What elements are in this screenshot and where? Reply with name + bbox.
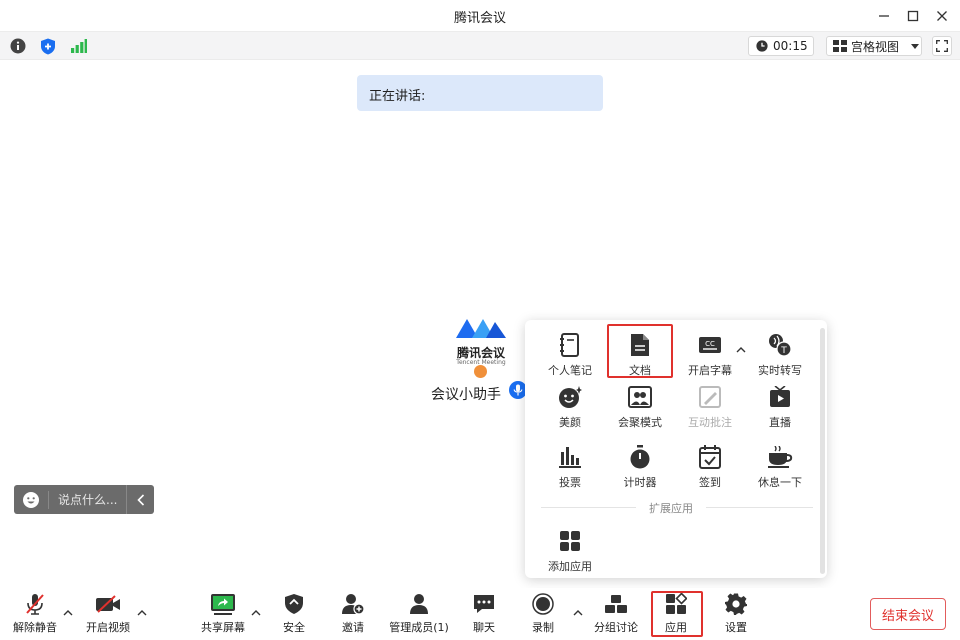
clock-icon (756, 40, 768, 52)
camera-off-icon (96, 595, 120, 613)
participant-name: 会议小助手 (431, 387, 501, 403)
timer-icon (630, 445, 650, 469)
microphone-icon (513, 384, 523, 396)
breakout-icon (605, 595, 627, 613)
close-icon (937, 11, 947, 21)
settings-button[interactable]: 设置 (718, 592, 754, 638)
tencent-meeting-logo (456, 319, 506, 338)
poll-icon (559, 447, 581, 468)
invite-user-icon (342, 594, 365, 615)
info-icon (10, 38, 26, 54)
close-window-button[interactable] (930, 4, 954, 28)
grid-view-icon (833, 40, 847, 52)
live-icon (770, 386, 790, 407)
meeting-info-button[interactable] (9, 37, 27, 55)
record-options-caret[interactable] (572, 606, 584, 618)
video-options-caret[interactable] (136, 606, 148, 618)
record-icon (532, 593, 554, 615)
chevron-up-icon (251, 609, 261, 615)
app-beauty[interactable]: 美颜 (535, 382, 605, 438)
share-screen-icon (211, 594, 235, 615)
app-personal-notes[interactable]: 个人笔记 (535, 330, 605, 386)
breakout-rooms-button[interactable]: 分组讨论 (592, 592, 640, 638)
maximize-icon (907, 10, 919, 22)
checkin-icon (699, 445, 721, 469)
app-captions[interactable]: CC 开启字幕 (675, 330, 745, 386)
meeting-timer: 00:15 (748, 36, 814, 56)
apps-panel: 个人笔记 文档 CC 开启字幕 T 实时转写 美颜 会聚模式 互动批注 直播 投… (525, 320, 827, 578)
chat-icon (474, 595, 494, 613)
chevron-left-icon (136, 493, 144, 506)
record-button[interactable]: 录制 (525, 592, 561, 638)
add-app-button[interactable]: 添加应用 (535, 526, 605, 582)
audio-options-caret[interactable] (62, 606, 74, 618)
fullscreen-icon (936, 40, 948, 52)
timer-value: 00:15 (773, 39, 808, 53)
app-together-mode[interactable]: 会聚模式 (605, 382, 675, 438)
highlight-box (651, 591, 703, 637)
speaking-indicator: 正在讲话: (357, 75, 603, 111)
security-status-button[interactable] (39, 37, 57, 55)
document-icon (631, 334, 649, 356)
network-status-button[interactable] (69, 37, 87, 55)
window-title: 腾讯会议 (453, 11, 506, 26)
dropdown-arrow-icon (911, 43, 920, 49)
fullscreen-button[interactable] (932, 36, 952, 56)
panel-scrollbar[interactable] (820, 328, 825, 574)
chat-placeholder[interactable]: 说点什么... (48, 490, 126, 509)
app-live-stream[interactable]: 直播 (745, 382, 815, 438)
shield-icon (285, 594, 303, 614)
chevron-up-icon (137, 609, 147, 615)
unmute-button[interactable]: 解除静音 (12, 592, 58, 638)
together-mode-icon (628, 386, 652, 408)
security-button[interactable]: 安全 (276, 592, 312, 638)
invite-button[interactable]: 邀请 (335, 592, 371, 638)
chat-quick-input[interactable]: 说点什么... (14, 485, 154, 514)
share-screen-button[interactable]: 共享屏幕 (198, 592, 248, 638)
members-icon (410, 594, 428, 614)
app-document[interactable]: 文档 (605, 330, 675, 386)
captions-icon: CC (699, 337, 721, 353)
app-checkin[interactable]: 签到 (675, 442, 745, 498)
shield-icon (41, 38, 55, 54)
avatar (474, 365, 487, 378)
view-mode-label: 宫格视图 (851, 39, 900, 54)
minimize-icon (879, 15, 889, 17)
add-app-icon (560, 531, 580, 551)
app-live-transcribe[interactable]: T 实时转写 (745, 330, 815, 386)
transcribe-icon: T (769, 334, 792, 357)
annotate-icon (699, 386, 721, 408)
collapse-chat-button[interactable] (126, 485, 154, 514)
chat-button[interactable]: 聊天 (466, 592, 502, 638)
chevron-up-icon (573, 609, 583, 615)
start-video-button[interactable]: 开启视频 (84, 592, 132, 638)
mic-muted-icon (26, 594, 44, 615)
signal-icon (70, 39, 87, 53)
status-bar: 00:15 宫格视图 (0, 32, 960, 60)
coffee-icon (768, 446, 793, 468)
minimize-button[interactable] (872, 4, 896, 28)
title-bar: 腾讯会议 (0, 0, 960, 32)
manage-members-button[interactable]: 管理成员(1) (386, 592, 452, 638)
view-mode-dropdown[interactable]: 宫格视图 (826, 36, 922, 56)
gear-icon (725, 593, 747, 615)
speaking-label: 正在讲话: (369, 89, 426, 104)
beauty-icon (559, 386, 582, 408)
chevron-up-icon (63, 609, 73, 615)
notebook-icon (560, 333, 579, 357)
svg-text:CC: CC (705, 340, 715, 348)
end-meeting-button[interactable]: 结束会议 (870, 598, 946, 630)
app-poll[interactable]: 投票 (535, 442, 605, 498)
smile-icon (23, 491, 39, 508)
maximize-button[interactable] (901, 4, 925, 28)
meeting-toolbar: 解除静音 开启视频 共享屏幕 安全 邀请 管理成员(1) 聊天 录制 分组讨论 … (0, 588, 960, 640)
svg-text:T: T (780, 346, 787, 356)
app-annotate[interactable]: 互动批注 (675, 382, 745, 438)
app-timer[interactable]: 计时器 (605, 442, 675, 498)
extension-apps-label: 扩展应用 (636, 500, 706, 516)
app-take-a-break[interactable]: 休息一下 (745, 442, 815, 498)
share-options-caret[interactable] (250, 606, 262, 618)
emoji-button[interactable] (14, 491, 48, 509)
